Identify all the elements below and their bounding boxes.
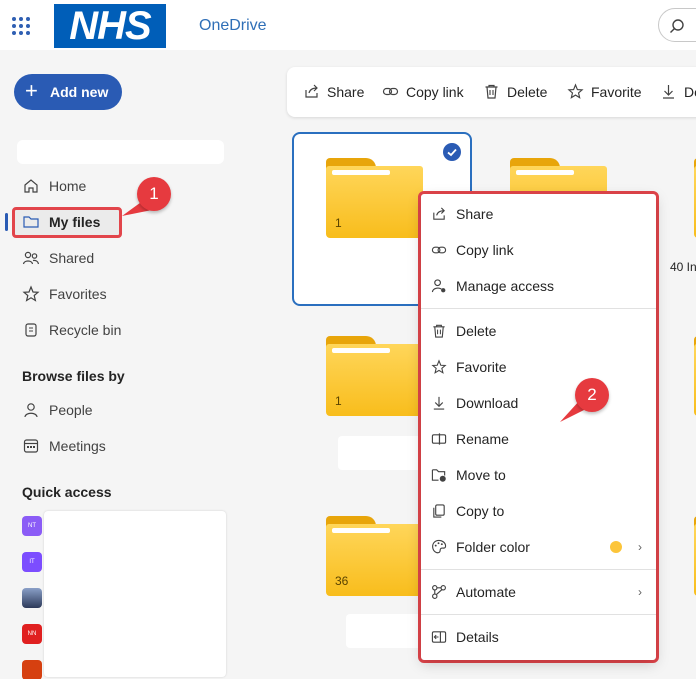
folder-name-cover: [346, 614, 422, 648]
star-icon: [22, 285, 40, 303]
chevron-right-icon: ›: [638, 585, 642, 599]
star-icon: [431, 359, 447, 375]
folder-color-swatch: [610, 541, 622, 553]
toolbar-share-button[interactable]: Share: [303, 83, 364, 100]
folder-name-cover: [314, 258, 424, 292]
folder-item-count: 1: [335, 394, 342, 408]
menu-item-copy-link[interactable]: Copy link: [431, 239, 646, 261]
quick-access-heading: Quick access: [22, 484, 112, 500]
folder-name-partial: 40 In: [670, 260, 696, 274]
toolbar-download-button[interactable]: Do: [660, 83, 696, 100]
menu-item-move-to[interactable]: Move to: [431, 464, 646, 486]
menu-item-folder-color[interactable]: Folder color ›: [431, 536, 646, 558]
trash-icon: [431, 323, 447, 339]
details-icon: [431, 629, 447, 645]
download-icon: [663, 85, 674, 99]
command-bar: Share Copy link Delete Favorite Do: [287, 67, 696, 117]
home-icon: [22, 177, 40, 195]
sidebar-item-recycle-bin[interactable]: Recycle bin: [22, 319, 121, 341]
sidebar-item-my-files[interactable]: My files: [22, 211, 100, 233]
context-menu: Share Copy link Manage access Delete Fav…: [421, 194, 656, 660]
menu-item-manage-access[interactable]: Manage access: [431, 275, 646, 297]
folder-icon[interactable]: 36: [326, 516, 423, 596]
quick-access-item[interactable]: IT: [22, 552, 42, 572]
app-name[interactable]: OneDrive: [199, 17, 267, 35]
active-indicator: [5, 213, 8, 231]
link-icon: [382, 87, 399, 96]
menu-item-details[interactable]: Details: [431, 626, 646, 648]
menu-separator: [421, 308, 656, 309]
checkmark-icon[interactable]: [443, 143, 461, 161]
sidebar-item-people[interactable]: People: [22, 399, 93, 421]
sidebar-item-home[interactable]: Home: [22, 175, 86, 197]
sidebar-item-shared[interactable]: Shared: [22, 247, 94, 269]
move-to-icon: [431, 467, 447, 483]
chevron-right-icon: ›: [638, 540, 642, 554]
menu-item-copy-to[interactable]: Copy to: [431, 500, 646, 522]
folder-icon[interactable]: 1: [326, 336, 423, 416]
manage-access-icon: [431, 278, 447, 294]
search-icon: [670, 19, 684, 33]
link-icon: [431, 242, 447, 258]
plus-icon: +: [25, 78, 38, 103]
folder-item-count: 1: [335, 216, 342, 230]
toolbar-favorite-button[interactable]: Favorite: [567, 83, 642, 100]
folder-item-count: 36: [335, 574, 349, 588]
menu-item-share[interactable]: Share: [431, 203, 646, 225]
menu-item-favorite[interactable]: Favorite: [431, 356, 646, 378]
quick-access-names-cover: [44, 511, 226, 677]
menu-item-rename[interactable]: Rename: [431, 428, 646, 450]
rename-icon: [431, 431, 447, 447]
menu-item-automate[interactable]: Automate ›: [431, 581, 646, 603]
people-icon: [22, 249, 40, 267]
account-name-box: [17, 140, 224, 164]
toolbar-delete-button[interactable]: Delete: [483, 83, 547, 100]
calendar-icon: [22, 437, 40, 455]
share-icon: [431, 206, 447, 222]
palette-icon: [431, 539, 447, 555]
folder-icon[interactable]: 1: [326, 158, 423, 238]
quick-access-item[interactable]: NT: [22, 516, 42, 536]
folder-name-cover: [338, 436, 422, 470]
quick-access-item[interactable]: [22, 660, 42, 679]
top-bar: NHS OneDrive: [0, 0, 696, 50]
recycle-bin-icon: [22, 321, 40, 339]
annotation-badge-1: 1: [137, 177, 171, 211]
browse-files-heading: Browse files by: [22, 368, 125, 384]
sidebar-item-meetings[interactable]: Meetings: [22, 435, 106, 457]
trash-icon: [485, 84, 498, 99]
person-icon: [22, 401, 40, 419]
quick-access-item[interactable]: [22, 588, 42, 608]
add-new-button[interactable]: + Add new: [14, 74, 122, 110]
sidebar-item-favorites[interactable]: Favorites: [22, 283, 107, 305]
annotation-badge-2: 2: [575, 378, 609, 412]
share-icon: [305, 84, 318, 98]
menu-item-delete[interactable]: Delete: [431, 320, 646, 342]
folder-icon: [22, 213, 40, 231]
star-icon: [567, 83, 584, 99]
menu-item-download[interactable]: Download: [431, 392, 646, 414]
nhs-logo: NHS: [54, 4, 166, 48]
download-icon: [431, 395, 447, 411]
quick-access-item[interactable]: NN: [22, 624, 42, 644]
copy-to-icon: [431, 503, 447, 519]
app-launcher-icon[interactable]: [12, 17, 30, 35]
menu-separator: [421, 614, 656, 615]
toolbar-copy-link-button[interactable]: Copy link: [382, 83, 464, 100]
search-button[interactable]: [658, 8, 696, 42]
automate-icon: [431, 584, 447, 600]
menu-separator: [421, 569, 656, 570]
